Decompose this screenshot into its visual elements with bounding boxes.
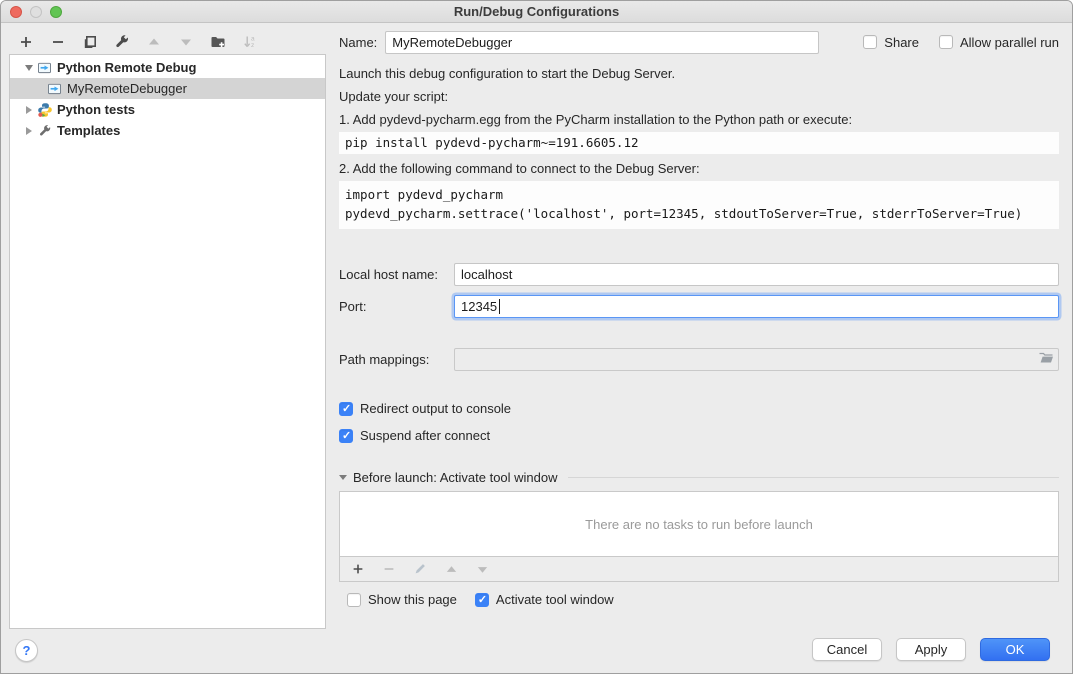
collapse-icon[interactable] — [339, 475, 347, 480]
code-line-1: import pydevd_pycharm — [345, 185, 1053, 204]
move-down-button[interactable] — [175, 31, 197, 53]
apply-button[interactable]: Apply — [896, 638, 966, 661]
move-up-icon — [147, 35, 161, 49]
wrench-icon — [36, 124, 53, 138]
tasks-toolbar — [340, 556, 1058, 581]
local-host-name-label: Local host name: — [339, 267, 454, 282]
before-launch-label: Before launch: Activate tool window — [353, 470, 558, 485]
pip-install-command: pip install pydevd-pycharm~=191.6605.12 — [339, 132, 1059, 154]
description-line-1: Launch this debug configuration to start… — [339, 66, 1059, 82]
create-folder-button[interactable] — [207, 31, 229, 53]
copy-icon — [82, 34, 98, 50]
sort-configurations-button[interactable]: az — [239, 31, 261, 53]
move-up-button[interactable] — [143, 31, 165, 53]
tree-item-python-remote-debug[interactable]: Python Remote Debug — [10, 57, 325, 78]
run-debug-configurations-dialog: Run/Debug Configurations az — [0, 0, 1073, 674]
copy-configuration-button[interactable] — [79, 31, 101, 53]
browse-folder-icon[interactable] — [1038, 351, 1054, 368]
svg-text:z: z — [251, 42, 254, 49]
tree-item-label: MyRemoteDebugger — [67, 81, 187, 96]
path-mappings-label: Path mappings: — [339, 352, 454, 367]
add-configuration-button[interactable] — [15, 31, 37, 53]
configurations-toolbar: az — [15, 31, 261, 53]
help-button[interactable]: ? — [15, 639, 38, 662]
section-divider — [568, 477, 1059, 478]
python-tests-icon — [36, 102, 53, 118]
add-task-button[interactable] — [347, 558, 369, 580]
expand-collapse-icon[interactable] — [22, 127, 36, 135]
show-this-page-checkbox[interactable]: Show this page — [347, 592, 457, 607]
tree-item-label: Python Remote Debug — [57, 60, 196, 75]
window-title: Run/Debug Configurations — [1, 4, 1072, 19]
expand-collapse-icon[interactable] — [22, 65, 36, 71]
tree-item-templates[interactable]: Templates — [10, 120, 325, 141]
name-input[interactable] — [385, 31, 819, 54]
suspend-after-connect-checkbox[interactable]: Suspend after connect — [339, 428, 490, 443]
allow-parallel-run-label: Allow parallel run — [960, 35, 1059, 50]
dialog-footer: ? Cancel Apply OK — [1, 627, 1072, 673]
before-launch-section-header[interactable]: Before launch: Activate tool window — [339, 470, 1059, 485]
checkbox-box[interactable] — [347, 593, 361, 607]
add-icon — [351, 562, 365, 576]
move-down-icon — [476, 563, 489, 576]
checkbox-box[interactable] — [339, 402, 353, 416]
redirect-output-checkbox[interactable]: Redirect output to console — [339, 401, 511, 416]
sort-alphabetically-icon: az — [242, 34, 258, 50]
edit-defaults-button[interactable] — [111, 31, 133, 53]
remove-task-button[interactable] — [378, 558, 400, 580]
allow-parallel-run-checkbox[interactable]: Allow parallel run — [939, 35, 1059, 50]
configuration-form: Name: Share Allow parallel run Launch th… — [339, 29, 1059, 607]
move-task-down-button[interactable] — [471, 558, 493, 580]
move-task-up-button[interactable] — [440, 558, 462, 580]
port-input[interactable] — [454, 295, 1059, 318]
description-line-2: Update your script: — [339, 89, 1059, 105]
settrace-code-block: import pydevd_pycharm pydevd_pycharm.set… — [339, 181, 1059, 229]
step-2-text: 2. Add the following command to connect … — [339, 161, 1059, 177]
share-label: Share — [884, 35, 919, 50]
port-label: Port: — [339, 299, 454, 314]
path-mappings-field[interactable] — [454, 348, 1059, 371]
checkbox-box[interactable] — [339, 429, 353, 443]
move-up-icon — [445, 563, 458, 576]
remove-icon — [382, 562, 396, 576]
name-label: Name: — [339, 35, 377, 50]
edit-task-button[interactable] — [409, 558, 431, 580]
configurations-tree: Python Remote Debug MyRemoteDebugger Pyt… — [9, 54, 326, 629]
share-checkbox[interactable]: Share — [863, 35, 919, 50]
remove-icon — [50, 34, 66, 50]
titlebar: Run/Debug Configurations — [1, 1, 1072, 23]
ok-button[interactable]: OK — [980, 638, 1050, 661]
step-1-text: 1. Add pydevd-pycharm.egg from the PyCha… — [339, 112, 1059, 128]
local-host-name-input[interactable] — [454, 263, 1059, 286]
before-launch-tasks-panel: There are no tasks to run before launch — [339, 491, 1059, 582]
redirect-output-label: Redirect output to console — [360, 401, 511, 416]
checkbox-box[interactable] — [939, 35, 953, 49]
expand-collapse-icon[interactable] — [22, 106, 36, 114]
new-folder-icon — [210, 34, 226, 50]
move-down-icon — [179, 35, 193, 49]
tree-item-label: Python tests — [57, 102, 135, 117]
tree-item-label: Templates — [57, 123, 120, 138]
run-config-icon — [36, 61, 53, 74]
text-cursor — [499, 299, 500, 314]
activate-tool-window-label: Activate tool window — [496, 592, 614, 607]
checkbox-box[interactable] — [863, 35, 877, 49]
suspend-after-connect-label: Suspend after connect — [360, 428, 490, 443]
help-icon: ? — [23, 643, 31, 658]
run-config-icon — [46, 82, 63, 95]
edit-pencil-icon — [413, 562, 427, 576]
code-line-2: pydevd_pycharm.settrace('localhost', por… — [345, 204, 1053, 223]
tree-item-python-tests[interactable]: Python tests — [10, 99, 325, 120]
empty-tasks-message: There are no tasks to run before launch — [340, 492, 1058, 556]
tree-item-myremotedebugger[interactable]: MyRemoteDebugger — [10, 78, 325, 99]
cancel-button[interactable]: Cancel — [812, 638, 882, 661]
show-this-page-label: Show this page — [368, 592, 457, 607]
activate-tool-window-checkbox[interactable]: Activate tool window — [475, 592, 614, 607]
edit-defaults-wrench-icon — [114, 34, 130, 50]
add-icon — [18, 34, 34, 50]
checkbox-box[interactable] — [475, 593, 489, 607]
remove-configuration-button[interactable] — [47, 31, 69, 53]
